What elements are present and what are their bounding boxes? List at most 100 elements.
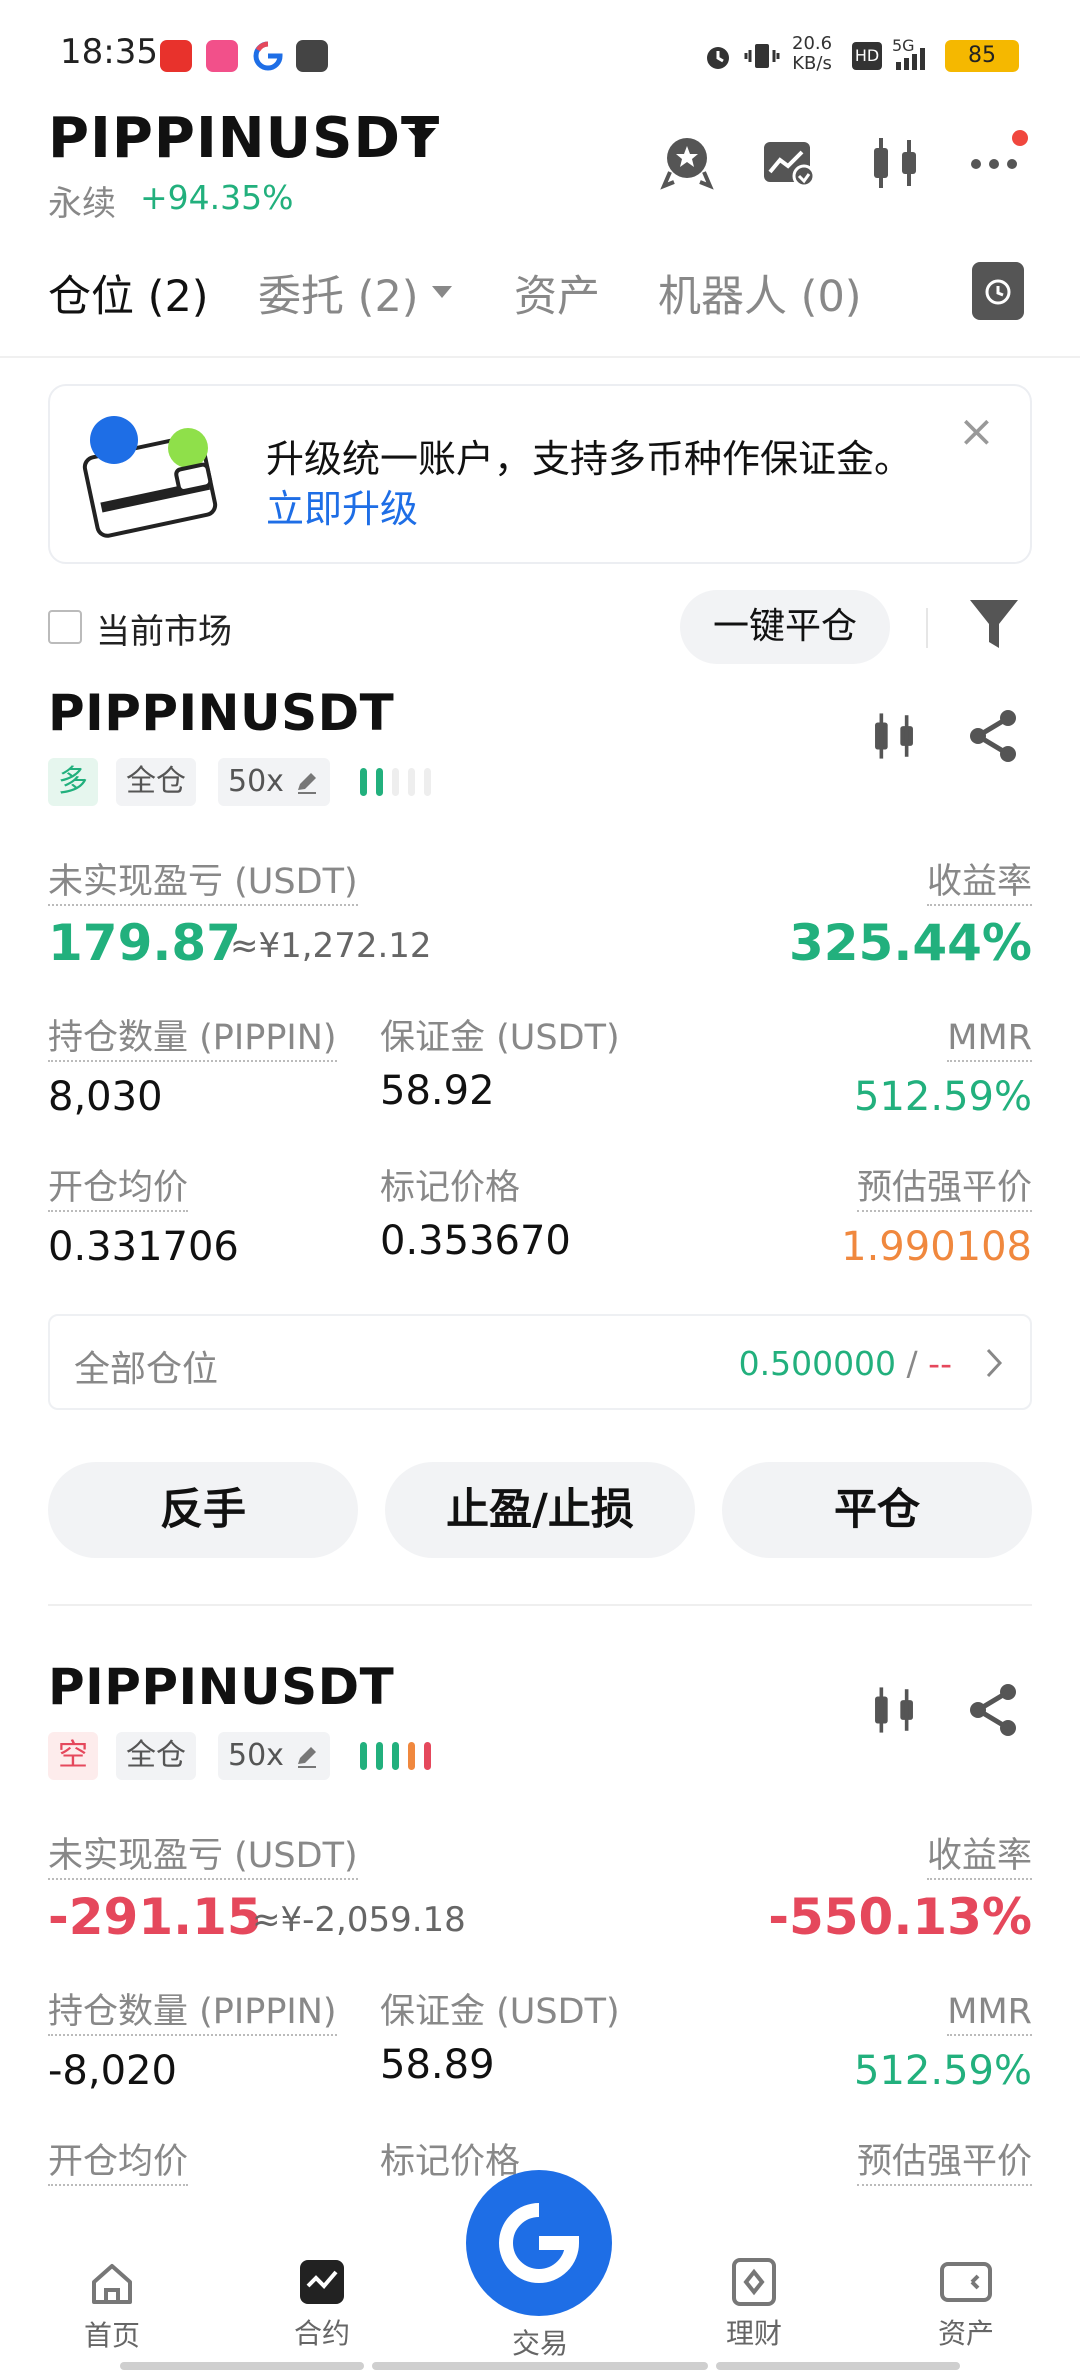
card-divider <box>48 1604 1032 1606</box>
position-1-mark-value: 0.353670 <box>380 1218 571 1264</box>
filter-divider <box>926 608 928 648</box>
tab-orders[interactable]: 委托 (2) <box>258 262 419 324</box>
position-2-roe-value: -550.13% <box>768 1888 1032 1946</box>
filter-icon[interactable] <box>966 594 1022 658</box>
position-2-liq-label[interactable]: 预估强平价 <box>856 2140 1032 2186</box>
position-1-pair: PIPPINUSDT <box>48 684 395 742</box>
all-positions-tpsl: 0.500000 / -- <box>738 1344 952 1383</box>
close-position-button[interactable]: 平仓 <box>722 1462 1032 1558</box>
nav-assets[interactable]: 资产 <box>896 2256 1036 2352</box>
trade-fab-button[interactable] <box>466 2170 612 2316</box>
position-2-chart-icon[interactable] <box>866 1682 922 1742</box>
position-1-margin-label: 保证金 (USDT) <box>380 1018 620 1058</box>
alarm-icon <box>702 40 734 76</box>
position-2-mmr-value: 512.59% <box>854 2048 1032 2094</box>
position-2-share-icon[interactable] <box>966 1682 1022 1742</box>
tab-bots[interactable]: 机器人 (0) <box>658 262 862 324</box>
upgrade-now-link[interactable]: 立即升级 <box>266 478 418 533</box>
position-2-leverage-tag[interactable]: 50x <box>218 1732 330 1780</box>
pair-title[interactable]: PIPPINUSDT <box>48 106 440 171</box>
position-1-mmr-value: 512.59% <box>854 1074 1032 1120</box>
position-2-risk-bars <box>360 1742 450 1770</box>
position-2-size-value: -8,020 <box>48 2048 177 2094</box>
tp-sl-button[interactable]: 止盈/止损 <box>385 1462 695 1558</box>
position-1-margin-value: 58.92 <box>380 1068 495 1114</box>
chevron-right-icon <box>984 1346 1006 1384</box>
position-1-size-label[interactable]: 持仓数量 (PIPPIN) <box>48 1016 337 1062</box>
position-1-pnl-value: 179.87 <box>48 914 241 972</box>
position-1-risk-bars <box>360 768 450 796</box>
wallet-icon <box>940 2262 992 2302</box>
position-2-side-tag: 空 <box>48 1732 98 1780</box>
close-all-button[interactable]: 一键平仓 <box>680 590 890 664</box>
notes-app-icon <box>296 40 328 72</box>
position-1-liq-value: 1.990108 <box>841 1224 1032 1270</box>
edit-pencil-icon[interactable] <box>294 1744 320 1770</box>
position-2-pnl-label[interactable]: 未实现盈亏 (USDT) <box>48 1834 358 1880</box>
hd-badge: HD <box>852 42 882 70</box>
all-positions-label: 全部仓位 <box>74 1349 219 1390</box>
position-2-margin-value: 58.89 <box>380 2042 495 2088</box>
finance-icon <box>732 2258 776 2306</box>
current-market-label[interactable]: 当前市场 <box>96 604 232 653</box>
position-1-entry-label[interactable]: 开仓均价 <box>48 1166 189 1212</box>
position-1-roe-value: 325.44% <box>788 914 1032 972</box>
banner-close-icon[interactable]: × <box>958 406 995 457</box>
gesture-bar-left <box>120 2362 364 2370</box>
position-1-roe-label[interactable]: 收益率 <box>926 860 1032 906</box>
contract-icon <box>300 2260 344 2304</box>
position-2-margin-label: 保证金 (USDT) <box>380 1992 620 2032</box>
trade-icon <box>499 2203 580 2283</box>
gesture-bar-center <box>372 2362 708 2370</box>
chart-subscribe-icon[interactable] <box>758 132 820 194</box>
reverse-button[interactable]: 反手 <box>48 1462 358 1558</box>
google-app-icon <box>252 40 284 72</box>
banner-text: 升级统一账户，支持多币种作保证金。 <box>266 437 913 481</box>
vibrate-icon <box>744 40 780 76</box>
price-change: +94.35% <box>140 178 294 217</box>
position-2-entry-label[interactable]: 开仓均价 <box>48 2140 189 2186</box>
position-2-pair: PIPPINUSDT <box>48 1658 395 1716</box>
position-2-size-label[interactable]: 持仓数量 (PIPPIN) <box>48 1990 337 2036</box>
battery-indicator: 85 <box>945 40 1019 72</box>
taobao-app-icon <box>160 40 192 72</box>
position-1-pnl-cny: ≈¥1,272.12 <box>230 926 432 966</box>
all-positions-sl: -- <box>928 1344 952 1383</box>
position-1-pnl-label[interactable]: 未实现盈亏 (USDT) <box>48 860 358 906</box>
position-2-pnl-value: -291.15 <box>48 1888 262 1946</box>
badge-award-icon[interactable] <box>656 132 718 194</box>
position-1-leverage-tag[interactable]: 50x <box>218 758 330 806</box>
history-doc-icon[interactable] <box>972 262 1024 320</box>
status-bar: 18:35 20.6 KB/s HD 5G 85 <box>0 0 1080 100</box>
all-positions-tp: 0.500000 <box>738 1344 897 1383</box>
tab-assets[interactable]: 资产 <box>514 262 600 324</box>
wallet-illustration-icon <box>78 406 238 550</box>
current-market-checkbox[interactable] <box>48 610 82 644</box>
nav-home[interactable]: 首页 <box>42 2258 182 2354</box>
upgrade-banner[interactable]: 升级统一账户，支持多币种作保证金。 立即升级 × <box>48 384 1032 564</box>
position-1-mark-label: 标记价格 <box>380 1168 521 1208</box>
nav-trade-label[interactable]: 交易 <box>470 2322 610 2362</box>
position-1-mmr-label[interactable]: MMR <box>947 1016 1032 1062</box>
nav-contract[interactable]: 合约 <box>252 2256 392 2352</box>
pair-dropdown-caret-icon[interactable] <box>408 128 436 144</box>
contract-type: 永续 <box>48 184 116 224</box>
position-1-size-value: 8,030 <box>48 1074 163 1120</box>
tabs-divider <box>0 356 1080 358</box>
status-time: 18:35 <box>60 32 158 72</box>
position-2-pnl-cny: ≈¥-2,059.18 <box>252 1900 466 1940</box>
nav-finance[interactable]: 理财 <box>684 2256 824 2352</box>
position-2-roe-label[interactable]: 收益率 <box>926 1834 1032 1880</box>
position-1-all-positions-row[interactable]: 全部仓位 0.500000 / -- <box>48 1314 1032 1410</box>
position-2-mmr-label[interactable]: MMR <box>947 1990 1032 2036</box>
position-1-liq-label[interactable]: 预估强平价 <box>856 1166 1032 1212</box>
orders-dropdown-caret-icon[interactable] <box>432 286 452 298</box>
position-1-share-icon[interactable] <box>966 708 1022 768</box>
candlestick-chart-icon[interactable] <box>864 132 926 194</box>
tab-positions[interactable]: 仓位 (2) <box>48 262 209 324</box>
position-2-margin-mode-tag: 全仓 <box>116 1732 196 1780</box>
net-speed: 20.6 KB/s <box>792 33 833 74</box>
gesture-bar-right <box>716 2362 960 2370</box>
edit-pencil-icon[interactable] <box>294 770 320 796</box>
position-1-chart-icon[interactable] <box>866 708 922 768</box>
